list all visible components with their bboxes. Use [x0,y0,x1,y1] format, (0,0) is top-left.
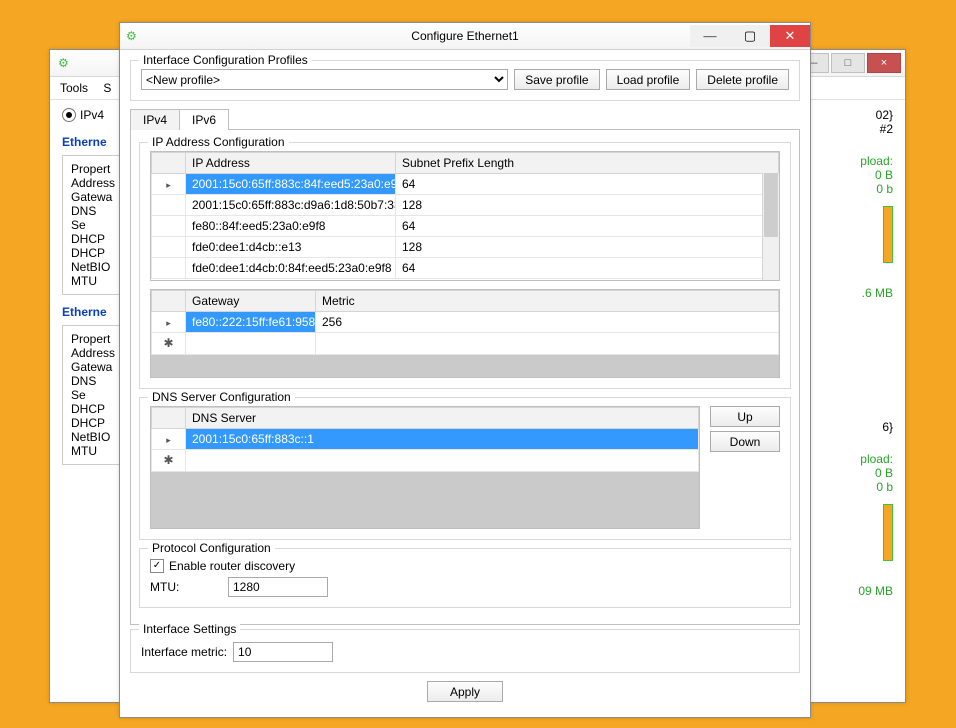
delete-profile-button[interactable]: Delete profile [696,69,789,90]
upload-indicator [883,206,893,263]
bg-prop: DNS Se [71,374,113,402]
dns-up-button[interactable]: Up [710,406,780,427]
apply-button[interactable]: Apply [427,681,503,702]
gateway-new-row[interactable]: ✱ [152,333,779,355]
bg-prop: Gatewa [71,360,113,374]
ip-row[interactable]: fde0:dee1:d4cb:0:84f:eed5:23a0:e9f864 [152,258,779,279]
save-profile-button[interactable]: Save profile [514,69,599,90]
mtu-input[interactable] [228,577,328,597]
bg-prop: MTU [71,274,113,288]
bg-prop: DHCP [71,232,113,246]
bg-prop: NetBIO [71,430,113,444]
bg-prop: DHCP [71,246,113,260]
check-icon [150,559,164,573]
tab-ipv4[interactable]: IPv4 [130,109,180,130]
ip-config-legend: IP Address Configuration [148,135,289,149]
app-icon: ⚙ [126,29,140,43]
ip-grid[interactable]: IP AddressSubnet Prefix Length 2001:15c0… [150,151,780,281]
mb-value: .6 MB [833,286,893,300]
ip-row[interactable]: 2001:15c0:65ff:883c:d9a6:1d8:50b7:333712… [152,195,779,216]
interface-metric-label: Interface metric: [141,645,227,659]
col-gateway: Gateway [186,291,316,312]
dns-grid[interactable]: DNS Server 2001:15c0:65ff:883c::1✱ [150,406,700,529]
upload-label: pload: [833,452,893,466]
configure-window: ⚙ Configure Ethernet1 — ▢ ✕ Interface Co… [119,22,811,718]
bg-prop: Address [71,346,113,360]
gateway-grid[interactable]: GatewayMetric fe80::222:15ff:fe61:958c25… [150,289,780,378]
minimize-button[interactable]: — [690,25,730,47]
bg-prop: DHCP [71,416,113,430]
col-metric: Metric [316,291,779,312]
stat-value: 0 b [833,182,893,196]
bg-section: Etherne [62,305,122,319]
titlebar[interactable]: ⚙ Configure Ethernet1 — ▢ ✕ [120,23,810,49]
profile-select[interactable]: <New profile> [141,69,508,90]
dns-config-group: DNS Server Configuration DNS Server 2001… [139,397,791,540]
bg-prop: Gatewa [71,190,113,204]
interface-settings-group: Interface Settings Interface metric: [130,629,800,673]
bg-prop: DHCP [71,402,113,416]
dns-config-legend: DNS Server Configuration [148,390,295,404]
tab-ipv6[interactable]: IPv6 [179,109,229,130]
load-profile-button[interactable]: Load profile [606,69,691,90]
ip-row[interactable]: fe80::84f:eed5:23a0:e9f864 [152,216,779,237]
stat-value: 0 b [833,480,893,494]
protocol-config-group: Protocol Configuration Enable router dis… [139,548,791,608]
bg-maximize[interactable]: □ [831,53,865,73]
menu-s[interactable]: S [103,81,111,95]
ip-grid-scrollbar[interactable] [762,173,779,280]
gateway-row[interactable]: fe80::222:15ff:fe61:958c256 [152,312,779,333]
stat-value: 0 B [833,168,893,182]
ip-row[interactable]: fde0:dee1:d4cb::e13128 [152,237,779,258]
ip-config-group: IP Address Configuration IP AddressSubne… [139,142,791,389]
mb-value: 09 MB [833,584,893,598]
col-prefix: Subnet Prefix Length [396,153,779,174]
radio-ipv4[interactable]: IPv4 [62,108,104,122]
upload-label: pload: [833,154,893,168]
app-icon: ⚙ [58,56,69,70]
menu-tools[interactable]: Tools [60,81,88,95]
bg-section: Etherne [62,135,122,149]
bg-prop: NetBIO [71,260,113,274]
profiles-group: Interface Configuration Profiles <New pr… [130,60,800,101]
upload-indicator [883,504,893,561]
bg-prop: DNS Se [71,204,113,232]
protocol-legend: Protocol Configuration [148,541,275,555]
dns-down-button[interactable]: Down [710,431,780,452]
col-ip: IP Address [186,153,396,174]
ip-row[interactable]: 2001:15c0:65ff:883c:84f:eed5:23a0:e9f864 [152,174,779,195]
interface-settings-legend: Interface Settings [139,622,240,636]
close-button[interactable]: ✕ [770,25,810,47]
profiles-legend: Interface Configuration Profiles [139,53,312,67]
bg-prop-box: PropertAddressGatewaDNS SeDHCPDHCPNetBIO… [62,325,122,465]
bg-prop-box: PropertAddressGatewaDNS SeDHCPDHCPNetBIO… [62,155,122,295]
dns-new-row[interactable]: ✱ [152,450,699,472]
bg-close[interactable]: × [867,53,901,73]
tabs: IPv4 IPv6 [130,109,800,130]
bg-prop: MTU [71,444,113,458]
bg-prop: Address [71,176,113,190]
dns-row[interactable]: 2001:15c0:65ff:883c::1 [152,429,699,450]
maximize-button[interactable]: ▢ [730,25,770,47]
tab-body-ipv6: IP Address Configuration IP AddressSubne… [130,129,800,625]
router-discovery-checkbox[interactable]: Enable router discovery [150,559,295,573]
mtu-label: MTU: [150,580,222,594]
interface-metric-input[interactable] [233,642,333,662]
col-dns: DNS Server [186,408,699,429]
stat-value: 0 B [833,466,893,480]
